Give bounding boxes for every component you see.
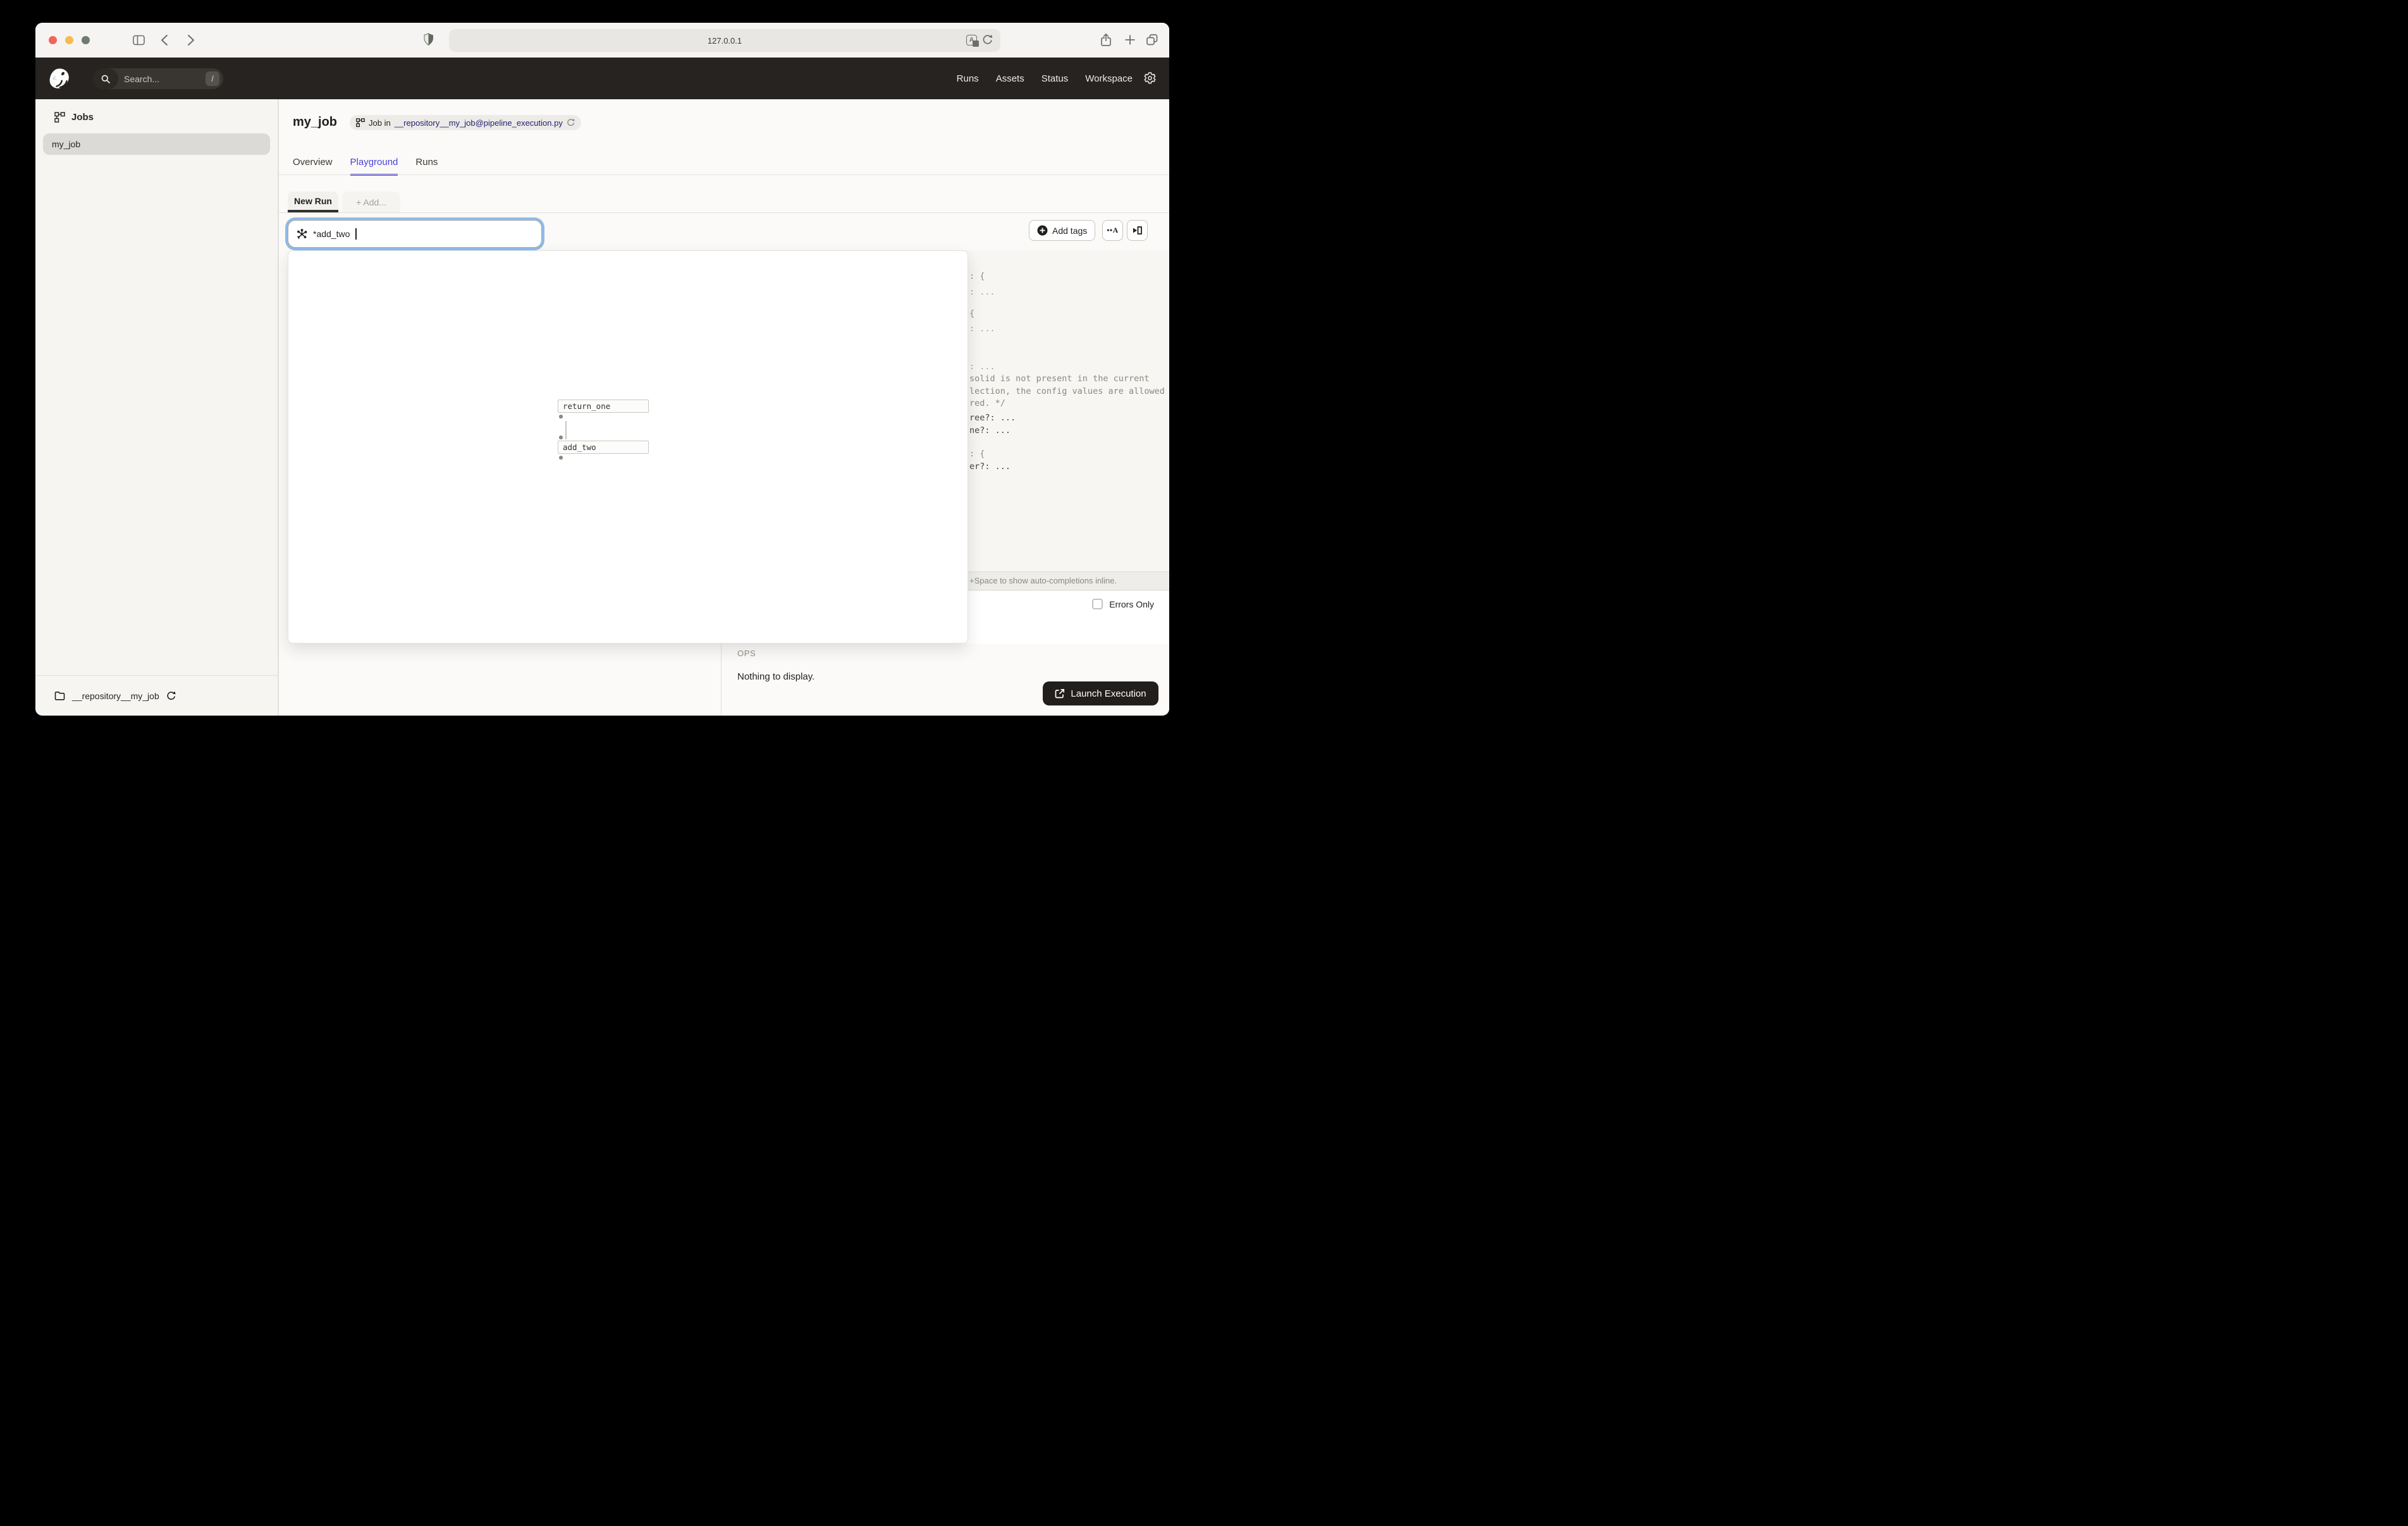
- editor-code-line: ne?: ...: [969, 425, 1010, 436]
- graph-node-return-one[interactable]: return_one: [558, 400, 649, 413]
- job-badge-prefix: Job in: [369, 118, 391, 128]
- output-port-dot: [559, 456, 563, 460]
- sidebar-item-my-job[interactable]: my_job: [43, 133, 270, 155]
- search-placeholder: Search...: [124, 74, 206, 84]
- nav-status[interactable]: Status: [1041, 73, 1069, 84]
- errors-only-control[interactable]: Errors Only: [1092, 599, 1154, 609]
- bottom-divider: [721, 644, 722, 716]
- ops-section-label: OPS: [737, 649, 756, 658]
- new-tab-icon[interactable]: [1124, 34, 1136, 46]
- op-selection-value: *add_two: [313, 229, 350, 239]
- dagster-logo[interactable]: [48, 67, 71, 90]
- launch-execution-label: Launch Execution: [1071, 688, 1146, 699]
- editor-code-line: {: [969, 308, 974, 319]
- tab-runs[interactable]: Runs: [415, 157, 438, 176]
- errors-only-label: Errors Only: [1109, 599, 1154, 609]
- config-tab-new-run[interactable]: New Run: [288, 192, 338, 212]
- editor-code-line: red. */: [969, 398, 1005, 408]
- tabs-divider: [278, 174, 1169, 175]
- sidebar-toggle-icon[interactable]: [132, 34, 145, 47]
- job-origin-link[interactable]: __repository__my_job@pipeline_execution.…: [395, 118, 563, 128]
- nav-runs[interactable]: Runs: [957, 73, 979, 84]
- settings-gear-icon[interactable]: [1143, 71, 1157, 85]
- circle-plus-icon: [1037, 225, 1048, 236]
- close-window-button[interactable]: [49, 36, 57, 44]
- folder-icon: [54, 691, 65, 700]
- browser-chrome: 127.0.0.1 A: [35, 23, 1169, 58]
- editor-code-line: er?: ...: [969, 461, 1010, 472]
- search-icon: [93, 68, 118, 89]
- global-search-input[interactable]: Search... /: [93, 68, 223, 89]
- graph-preview-panel[interactable]: return_one add_two: [288, 250, 968, 644]
- forward-icon[interactable]: [187, 34, 195, 46]
- input-port-dot: [559, 436, 563, 439]
- editor-code-line: : {: [969, 449, 985, 459]
- minimize-window-button[interactable]: [65, 36, 73, 44]
- launch-execution-button[interactable]: Launch Execution: [1043, 681, 1158, 705]
- nav-workspace[interactable]: Workspace: [1085, 73, 1133, 84]
- add-tags-button[interactable]: Add tags: [1029, 220, 1095, 241]
- jobs-sidebar: Jobs my_job __repository__my_job: [35, 99, 278, 716]
- page-title: my_job: [293, 115, 337, 130]
- add-tags-label: Add tags: [1052, 226, 1087, 236]
- op-selector-icon: [296, 228, 308, 240]
- job-item-label: my_job: [52, 139, 80, 149]
- config-tab-add[interactable]: + Add...: [342, 192, 400, 212]
- add-tab-label: + Add...: [356, 197, 386, 207]
- output-port-dot: [559, 415, 563, 418]
- job-tabs: Overview Playground Runs: [293, 157, 438, 176]
- repository-footer[interactable]: __repository__my_job: [35, 675, 278, 716]
- config-tab-label: New Run: [294, 196, 332, 206]
- tab-overview[interactable]: Overview: [293, 157, 333, 176]
- job-badge-icon: [356, 118, 365, 127]
- errors-only-checkbox[interactable]: [1092, 599, 1103, 609]
- play-panel-icon: [1132, 225, 1143, 236]
- config-tabs-divider: [278, 212, 1169, 213]
- reload-definition-icon[interactable]: [567, 118, 575, 127]
- text-caret: [355, 228, 357, 240]
- app-header: Search... / Runs Assets Status Workspace: [35, 58, 1169, 99]
- editor-code-line: ree?: ...: [969, 413, 1016, 423]
- repository-name: __repository__my_job: [72, 691, 159, 701]
- external-link-icon: [1055, 688, 1065, 699]
- zoom-window-button[interactable]: [82, 36, 90, 44]
- sidebar-title: Jobs: [71, 112, 94, 123]
- browser-window: 127.0.0.1 A: [35, 23, 1169, 716]
- ops-empty-text: Nothing to display.: [737, 671, 814, 682]
- editor-code-line: : {: [969, 271, 985, 281]
- tab-playground[interactable]: Playground: [350, 157, 398, 176]
- reload-repository-icon[interactable]: [166, 691, 176, 701]
- share-icon[interactable]: [1100, 33, 1112, 47]
- translate-icon[interactable]: A: [966, 35, 977, 46]
- expand-panel-button[interactable]: [1127, 220, 1148, 241]
- jobs-icon: [54, 112, 65, 123]
- editor-code-line: solid is not present in the current: [969, 374, 1149, 384]
- editor-code-line: : ...: [969, 287, 995, 297]
- nav-assets[interactable]: Assets: [996, 73, 1024, 84]
- url-bar[interactable]: 127.0.0.1 A: [449, 29, 1000, 52]
- editor-code-line: : ...: [969, 362, 995, 372]
- graph-node-add-two[interactable]: add_two: [558, 441, 649, 454]
- reload-icon[interactable]: [982, 34, 993, 46]
- editor-code-line: lection, the config values are allowed: [969, 386, 1165, 396]
- privacy-shield-icon[interactable]: [424, 33, 434, 46]
- back-icon[interactable]: [161, 34, 168, 46]
- autocomplete-icon: ••A: [1107, 226, 1119, 235]
- tab-overview-icon[interactable]: [1146, 34, 1158, 46]
- url-text: 127.0.0.1: [708, 36, 742, 46]
- search-shortcut-badge: /: [206, 71, 219, 86]
- autocomplete-hint: +Space to show auto-completions inline.: [969, 576, 1117, 585]
- op-selector-input[interactable]: *add_two: [288, 220, 542, 248]
- autocomplete-toggle-button[interactable]: ••A: [1102, 220, 1123, 241]
- node-label: return_one: [563, 401, 610, 411]
- job-origin-badge: Job in __repository__my_job@pipeline_exe…: [350, 115, 581, 130]
- graph-edge: [565, 421, 567, 439]
- editor-code-line: : ...: [969, 324, 995, 334]
- node-label: add_two: [563, 443, 596, 452]
